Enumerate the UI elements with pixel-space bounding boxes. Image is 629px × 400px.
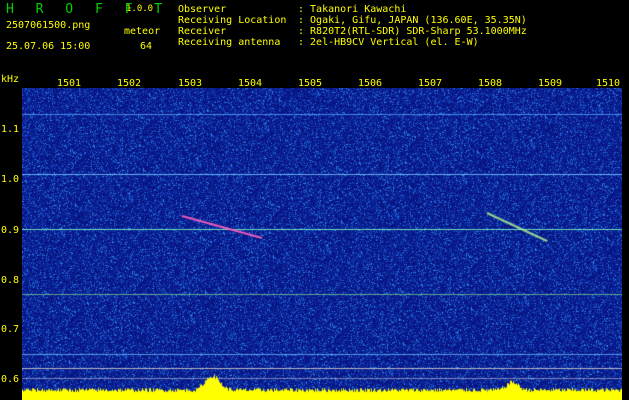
observer-label: Observer <box>178 4 227 15</box>
y-tick-1-1: 1.1 <box>1 124 20 135</box>
y-tick-0-8: 0.8 <box>1 275 20 286</box>
y-tick-1-0: 1.0 <box>1 174 20 185</box>
y-tick-0-6: 0.6 <box>1 374 20 385</box>
mode-label: meteor <box>124 26 161 37</box>
antenna-label: Receiving antenna <box>178 37 281 48</box>
location-value: : Ogaki, Gifu, JAPAN (136.60E, 35.35N) <box>298 15 527 26</box>
spectrogram-plot <box>22 88 622 400</box>
y-tick-0-9: 0.9 <box>1 225 20 236</box>
antenna-row: Receiving antenna : 2el-HB9CV Vertical (e… <box>178 37 527 48</box>
receiver-label: Receiver <box>178 26 227 37</box>
count-label: 64 <box>140 41 153 52</box>
datetime-label: 25.07.06 15:00 <box>6 41 91 52</box>
location-row: Receiving Location : Ogaki, Gifu, JAPAN (… <box>178 15 527 26</box>
observer-row: Observer : Takanori Kawachi <box>178 4 527 15</box>
receiver-row: Receiver : R820T2(RTL-SDR) SDR-Sharp 53.1… <box>178 26 527 37</box>
observer-value: : Takanori Kawachi <box>298 4 407 15</box>
filename-label: 2507061500.png <box>6 20 91 31</box>
header-panel: H R O F F T 1.0.0 2507061500.png meteor … <box>0 0 629 72</box>
y-unit-label: kHz <box>1 74 20 85</box>
app-version: 1.0.0 <box>126 4 154 14</box>
location-label: Receiving Location <box>178 15 287 26</box>
y-tick-0-7: 0.7 <box>1 324 20 335</box>
info-rows: Observer : Takanori Kawachi Receiving Loc… <box>178 4 527 48</box>
antenna-value: : 2el-HB9CV Vertical (el. E-W) <box>298 37 479 48</box>
receiver-value: : R820T2(RTL-SDR) SDR-Sharp 53.1000MHz <box>298 26 527 37</box>
